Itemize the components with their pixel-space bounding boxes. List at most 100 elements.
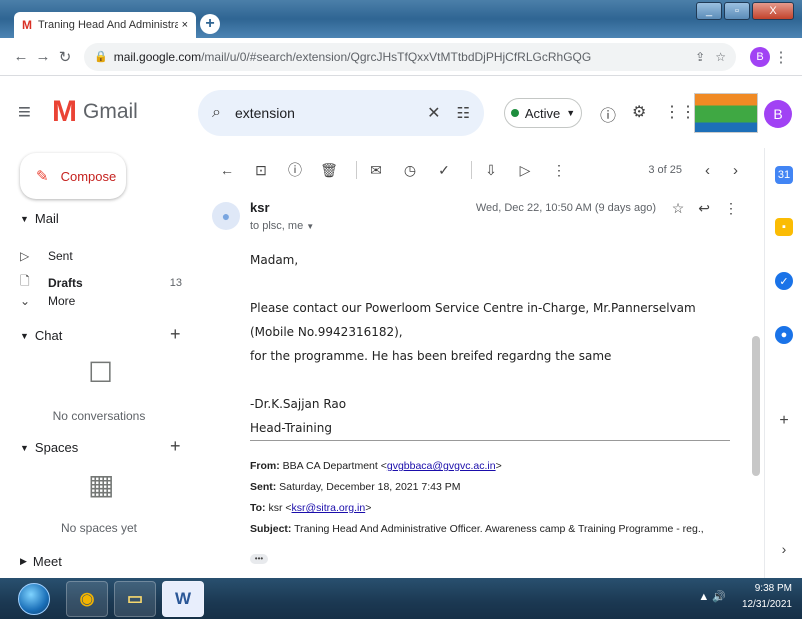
- tab-title: Traning Head And Administrative: [38, 19, 178, 31]
- from-email-link[interactable]: gvgbbaca@gvgvc.ac.in: [387, 460, 496, 472]
- star-icon[interactable]: ☆: [672, 200, 685, 217]
- system-clock[interactable]: 9:38 PM 12/31/2021: [742, 581, 792, 613]
- lock-icon: 🔒: [94, 51, 108, 63]
- search-options-icon[interactable]: ☷: [457, 104, 470, 122]
- new-tab-button[interactable]: +: [200, 14, 220, 34]
- search-bar[interactable]: ⌕ extension ✕ ☷: [198, 90, 484, 136]
- move-to-icon[interactable]: ⇩: [478, 162, 504, 179]
- bookmark-star-icon[interactable]: ☆: [715, 50, 726, 64]
- share-icon[interactable]: ⇪: [695, 50, 705, 64]
- sidebar-item-sent[interactable]: ▷ Sent: [20, 249, 182, 263]
- subject-line: Subject: Traning Head And Administrative…: [250, 519, 740, 540]
- file-explorer-folder-icon[interactable]: ▭: [114, 580, 156, 617]
- sidebar-item-label: Drafts: [48, 275, 83, 290]
- to-value: ksr <: [268, 502, 292, 514]
- minimize-button[interactable]: _: [696, 2, 722, 20]
- clock-time: 9:38 PM: [754, 583, 792, 594]
- body-paragraph: Please contact our Powerloom Service Cen…: [250, 301, 696, 339]
- more-options-icon[interactable]: ⋮: [546, 162, 572, 179]
- to-line: To: ksr <ksr@sitra.org.in>: [250, 502, 372, 514]
- word-taskbar-icon[interactable]: W: [162, 580, 204, 617]
- volume-tray-icon[interactable]: ▲ 🔊: [698, 590, 726, 603]
- help-icon[interactable]: ⓘ: [600, 102, 616, 126]
- gmail-logo-icon[interactable]: M: [52, 95, 77, 129]
- sent-label: Sent:: [250, 481, 277, 493]
- clock-date: 12/31/2021: [741, 599, 792, 610]
- forward-arrow-icon[interactable]: →: [32, 48, 54, 65]
- side-panel: 31 ▪ ✓ ● + ›: [764, 148, 802, 578]
- message-body: Madam, Please contact our Powerloom Serv…: [250, 248, 740, 440]
- calendar-icon[interactable]: 31: [775, 166, 793, 184]
- scrollbar[interactable]: [752, 336, 760, 476]
- left-sidebar: ✎ Compose ▼ Mail ▷ Sent 🗋 Drafts 13 ⌄ Mo…: [0, 148, 198, 578]
- label-tag-icon[interactable]: ▷: [512, 162, 538, 179]
- keep-icon[interactable]: ▪: [775, 218, 793, 236]
- newer-chevron-left-icon[interactable]: ‹: [705, 162, 710, 179]
- compose-button[interactable]: ✎ Compose: [20, 153, 126, 199]
- chrome-taskbar-icon[interactable]: ◉: [66, 580, 108, 617]
- report-spam-icon[interactable]: ⓘ: [282, 160, 308, 180]
- contacts-icon[interactable]: ●: [775, 326, 793, 344]
- sender-name[interactable]: ksr: [250, 200, 270, 215]
- settings-gear-icon[interactable]: ⚙: [632, 102, 646, 122]
- back-arrow-icon[interactable]: ←: [10, 48, 32, 65]
- clear-search-icon[interactable]: ✕: [427, 103, 440, 123]
- message-more-icon[interactable]: ⋮: [724, 200, 738, 217]
- chat-section-header[interactable]: ▼ Chat: [20, 328, 62, 343]
- delete-trash-icon[interactable]: 🗑: [316, 162, 342, 179]
- organization-logo: [694, 93, 758, 133]
- reply-icon[interactable]: ↩: [698, 200, 710, 217]
- to-email-link[interactable]: ksr@sitra.org.in: [292, 502, 366, 514]
- sidebar-item-more[interactable]: ⌄ More: [20, 294, 182, 308]
- message-date: Wed, Dec 22, 10:50 AM (9 days ago): [475, 202, 656, 214]
- url-host: mail.google.com: [113, 49, 202, 64]
- account-avatar[interactable]: B: [764, 100, 792, 128]
- mail-section-header[interactable]: ▼ Mail: [20, 211, 59, 226]
- close-window-button[interactable]: X: [752, 2, 794, 20]
- compose-label: Compose: [60, 168, 117, 184]
- browser-tab[interactable]: M Traning Head And Administrative ×: [14, 12, 196, 38]
- new-chat-plus-icon[interactable]: +: [170, 324, 181, 345]
- start-button-icon[interactable]: [18, 582, 50, 615]
- quoted-headers: From: BBA CA Department <gvgbbaca@gvgvc.…: [250, 456, 740, 540]
- snooze-clock-icon[interactable]: ◷: [397, 162, 423, 179]
- recipient-text: to plsc, me: [250, 220, 304, 232]
- chat-section-label: Chat: [34, 328, 63, 343]
- message-view: ● ksr to plsc, me ▼ Wed, Dec 22, 10:50 A…: [200, 192, 752, 578]
- browser-menu-icon[interactable]: ⋮: [770, 48, 792, 66]
- archive-icon[interactable]: ⊡: [248, 162, 274, 179]
- show-side-panel-chevron-icon[interactable]: ›: [775, 540, 793, 558]
- show-trimmed-content-button[interactable]: •••: [250, 554, 268, 564]
- tasks-icon[interactable]: ✓: [775, 272, 793, 290]
- signature-name: -Dr.K.Sajjan Rao: [250, 397, 347, 411]
- active-status-dot-icon: [510, 109, 519, 117]
- message-actions: ☆ ↩ ⋮: [672, 200, 738, 217]
- status-dropdown[interactable]: Active ▼: [504, 98, 582, 128]
- search-icon[interactable]: ⌕: [212, 104, 221, 122]
- recipient-line[interactable]: to plsc, me ▼: [250, 220, 314, 232]
- sent-value: Saturday, December 18, 2021 7:43 PM: [279, 481, 461, 493]
- url-field[interactable]: 🔒 mail.google.com /mail/u/0/#search/exte…: [84, 42, 736, 71]
- spaces-section-header[interactable]: ▼ Spaces: [20, 440, 78, 455]
- back-to-list-icon[interactable]: ←: [214, 162, 240, 178]
- get-addons-plus-icon[interactable]: +: [775, 412, 793, 430]
- meet-section-label: Meet: [32, 554, 62, 569]
- sender-avatar[interactable]: ●: [212, 202, 240, 230]
- maximize-button[interactable]: ▫: [724, 2, 750, 20]
- new-space-plus-icon[interactable]: +: [170, 436, 181, 457]
- mark-unread-icon[interactable]: ✉: [363, 162, 389, 179]
- to-label: To:: [250, 502, 266, 514]
- browser-profile-avatar[interactable]: B: [750, 46, 770, 67]
- gmail-logo-text[interactable]: Gmail: [83, 100, 183, 124]
- meet-section-header[interactable]: ▶ Meet: [20, 554, 62, 569]
- main-menu-icon[interactable]: ≡: [18, 99, 52, 125]
- reload-icon[interactable]: ↻: [54, 48, 76, 66]
- add-task-icon[interactable]: ✓: [431, 162, 457, 179]
- caret-down-icon: ▼: [20, 213, 29, 224]
- sidebar-item-drafts[interactable]: 🗋 Drafts 13: [20, 272, 182, 293]
- quoted-divider: [250, 440, 730, 441]
- details-caret-icon[interactable]: ▼: [306, 222, 314, 231]
- older-chevron-right-icon[interactable]: ›: [733, 162, 738, 179]
- search-input[interactable]: extension: [235, 105, 427, 121]
- tab-close-icon[interactable]: ×: [182, 19, 188, 31]
